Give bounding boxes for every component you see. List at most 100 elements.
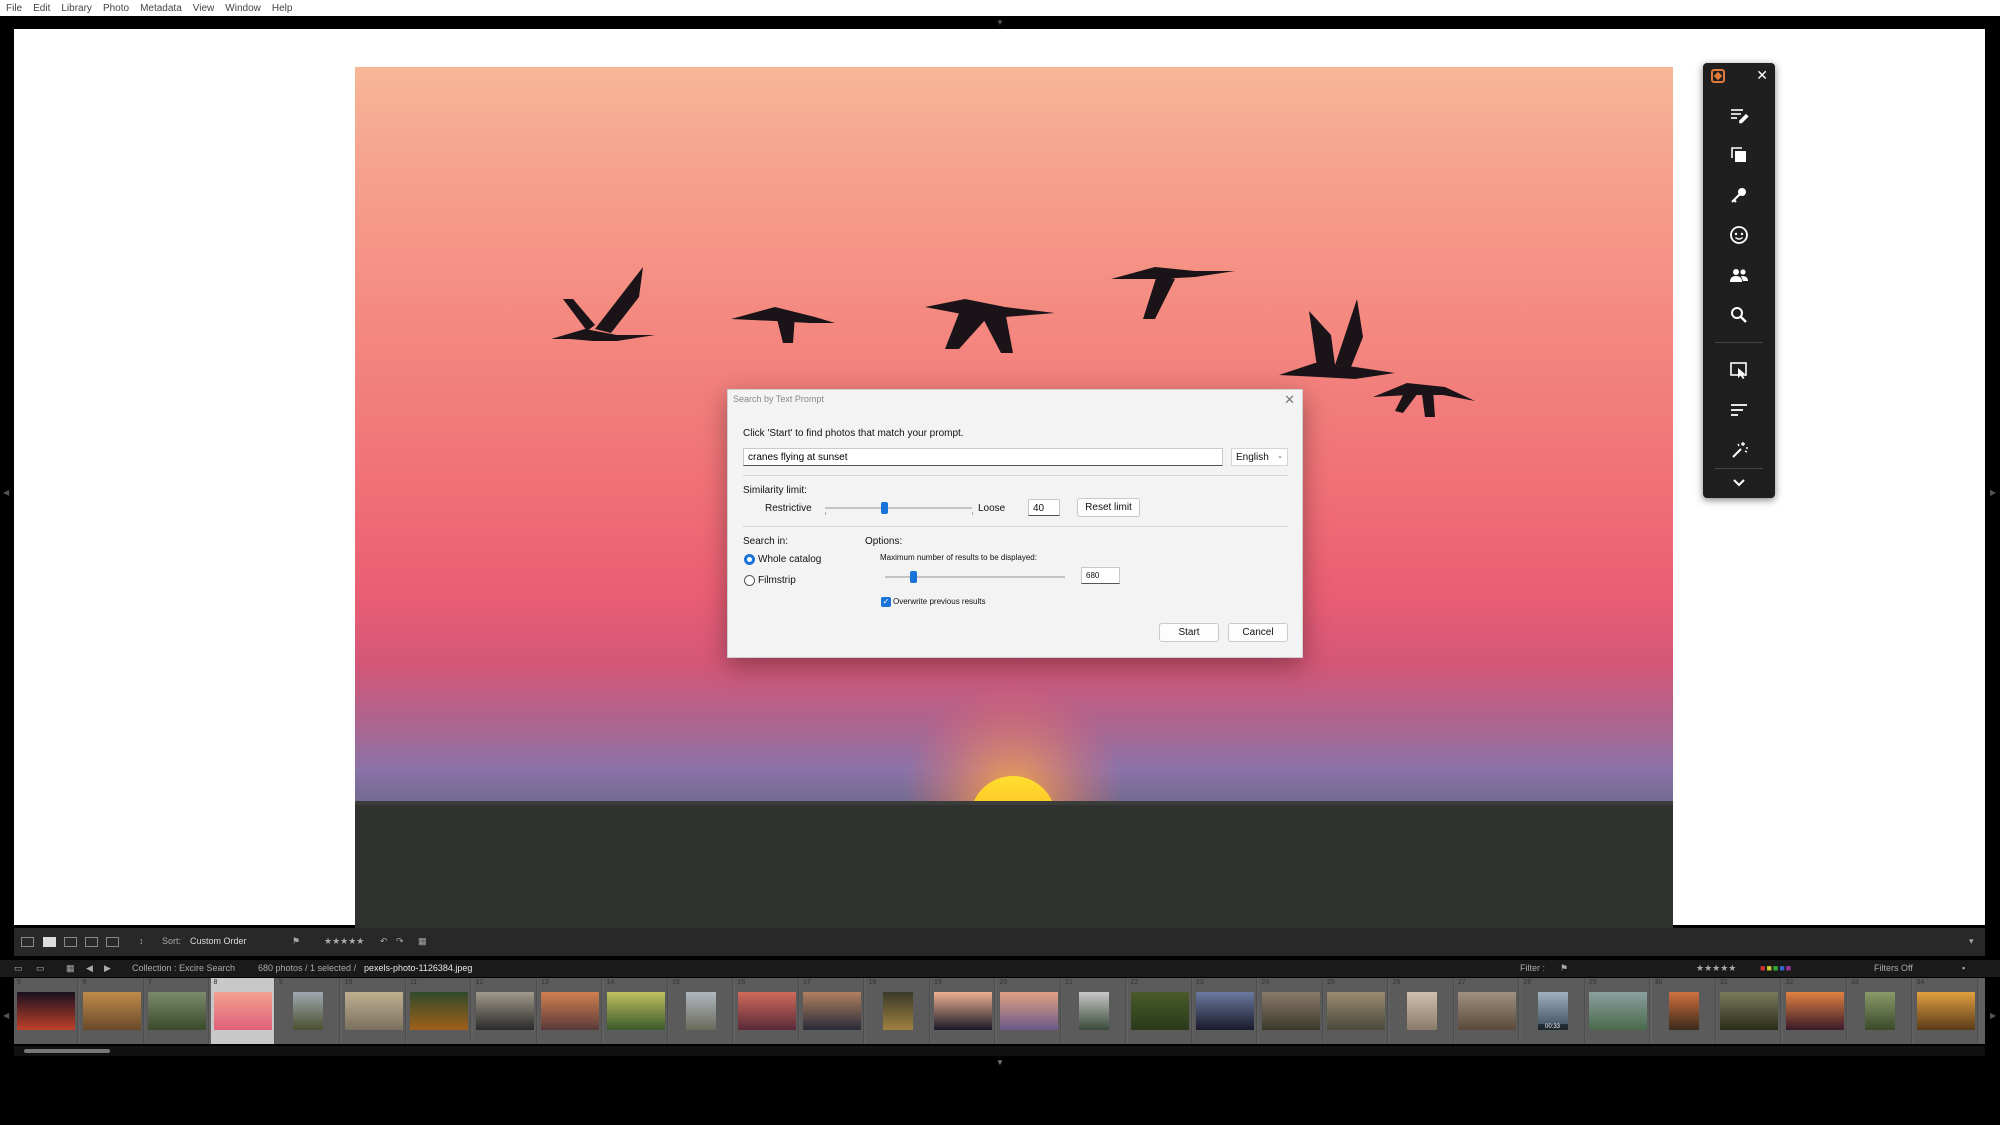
forward-icon[interactable]: ▶ (104, 963, 111, 974)
toolbar-menu-chevron-icon[interactable]: ▾ (1969, 936, 1974, 947)
filmstrip-thumbnail[interactable]: 34 (1913, 978, 1978, 1044)
filmstrip-thumbnail[interactable]: 20 (996, 978, 1061, 1044)
filmstrip-label[interactable]: Filmstrip (758, 575, 796, 586)
filmstrip-thumbnail[interactable]: 15 (669, 978, 733, 1044)
copy-icon[interactable] (1727, 143, 1751, 167)
sort-direction-icon[interactable]: ↕ (139, 936, 144, 946)
rating-stars[interactable]: ★★★★★ (324, 936, 364, 947)
collection-source[interactable]: Collection : Excire Search (132, 963, 235, 973)
image-cursor-icon[interactable] (1727, 358, 1751, 382)
menu-metadata[interactable]: Metadata (140, 3, 182, 14)
similarity-slider[interactable] (825, 507, 972, 509)
filmstrip-thumbnail[interactable]: 11 (407, 978, 471, 1044)
filmstrip-radio[interactable] (744, 575, 755, 586)
people-icon[interactable] (1727, 263, 1751, 287)
menu-window[interactable]: Window (225, 3, 261, 14)
crop-overlay-icon[interactable]: ▦ (418, 936, 427, 947)
menu-photo[interactable]: Photo (103, 3, 129, 14)
filmstrip-thumbnail[interactable]: 17 (800, 978, 864, 1044)
survey-view-icon[interactable] (85, 937, 98, 947)
max-results-slider-thumb[interactable] (910, 571, 917, 583)
grid-view-icon[interactable] (21, 937, 34, 947)
filmstrip-thumbnail[interactable]: 26 (1389, 978, 1454, 1044)
prompt-input[interactable] (743, 448, 1223, 466)
filmstrip-scroll-left-icon[interactable]: ◀ (3, 1011, 9, 1020)
filmstrip-thumbnail[interactable]: 29 (1586, 978, 1650, 1044)
whole-catalog-label[interactable]: Whole catalog (758, 554, 821, 565)
menu-library[interactable]: Library (61, 3, 92, 14)
filmstrip-thumbnail[interactable]: 12 (472, 978, 537, 1044)
face-icon[interactable] (1727, 223, 1751, 247)
grid-icon[interactable]: ▦ (66, 963, 75, 974)
rating-filter[interactable]: ★★★★★ (1696, 963, 1736, 974)
max-results-input[interactable]: 680 (1081, 567, 1120, 584)
filmstrip-thumbnail[interactable]: 18 (865, 978, 930, 1044)
filmstrip-scroll-right-icon[interactable]: ▶ (1990, 1011, 1996, 1020)
filmstrip-thumbnail[interactable]: 13 (538, 978, 602, 1044)
menu-view[interactable]: View (193, 3, 215, 14)
search-icon[interactable] (1727, 303, 1751, 327)
thumbnail-index: 16 (737, 979, 746, 986)
menu-file[interactable]: File (6, 3, 22, 14)
filmstrip-thumbnail[interactable]: 23 (1193, 978, 1257, 1044)
rotate-right-icon[interactable]: ↷ (396, 936, 404, 947)
close-icon[interactable]: ✕ (1756, 67, 1768, 84)
rotate-left-icon[interactable]: ↶ (380, 936, 388, 947)
start-button[interactable]: Start (1159, 623, 1219, 642)
filter-lock-icon[interactable]: ▪ (1962, 963, 1965, 973)
filmstrip-thumbnail[interactable]: 19 (931, 978, 995, 1044)
flag-icon[interactable]: ⚑ (292, 936, 300, 947)
overwrite-checkbox[interactable]: ✓ (881, 597, 891, 607)
compare-view-icon[interactable] (64, 937, 77, 947)
loupe-view-icon[interactable] (43, 937, 56, 947)
edit-lines-icon[interactable] (1727, 103, 1751, 127)
filmstrip-thumbnail[interactable]: 7 (145, 978, 209, 1044)
flag-filter-icon[interactable]: ⚑ (1560, 963, 1568, 974)
right-panel-toggle-icon[interactable]: ▶ (1990, 488, 1996, 497)
cancel-button[interactable]: Cancel (1228, 623, 1288, 642)
sort-order-select[interactable]: Custom Order (190, 936, 247, 946)
tool-panel-separator (1715, 468, 1763, 469)
filmstrip-thumbnail[interactable]: 27 (1455, 978, 1519, 1044)
language-select[interactable]: English ⌄ (1231, 448, 1288, 466)
menu-edit[interactable]: Edit (33, 3, 50, 14)
monitor-icon[interactable]: ▭ (14, 963, 23, 974)
filters-off-select[interactable]: Filters Off (1874, 963, 1913, 973)
filmstrip-thumbnail[interactable]: 25 (1324, 978, 1388, 1044)
key-icon[interactable] (1727, 183, 1751, 207)
filmstrip-thumbnail[interactable]: 32 (1782, 978, 1847, 1044)
filmstrip-thumbnail[interactable]: 22 (1127, 978, 1192, 1044)
sort-lines-icon[interactable] (1727, 398, 1751, 422)
filmstrip-scroll-thumb[interactable] (24, 1049, 110, 1053)
filmstrip-thumbnail[interactable]: 9 (276, 978, 340, 1044)
filmstrip-scrollbar[interactable] (14, 1046, 1985, 1056)
back-icon[interactable]: ◀ (86, 963, 93, 974)
filmstrip-thumbnail[interactable]: 30 (1651, 978, 1716, 1044)
whole-catalog-radio[interactable] (744, 554, 755, 565)
secondary-monitor-icon[interactable]: ▭ (36, 963, 45, 974)
filmstrip-thumbnail[interactable]: 5 (14, 978, 78, 1044)
reset-limit-button[interactable]: Reset limit (1077, 498, 1140, 517)
similarity-slider-thumb[interactable] (880, 502, 888, 514)
people-view-icon[interactable] (106, 937, 119, 947)
filmstrip-thumbnail[interactable]: 28 00:33 (1520, 978, 1585, 1044)
filmstrip-thumbnail[interactable]: 24 (1258, 978, 1323, 1044)
filmstrip-thumbnail[interactable]: 21 (1062, 978, 1126, 1044)
overwrite-label[interactable]: Overwrite previous results (893, 597, 985, 606)
filmstrip-thumbnail[interactable]: 10 (341, 978, 406, 1044)
filmstrip-thumbnail[interactable]: 31 (1717, 978, 1781, 1044)
left-panel-toggle-icon[interactable]: ◀ (3, 488, 9, 497)
magic-wand-icon[interactable] (1727, 438, 1751, 462)
filmstrip-thumbnail[interactable]: 14 (603, 978, 668, 1044)
filmstrip-thumbnail[interactable]: 16 (734, 978, 799, 1044)
color-label-filter[interactable]: ■■■■■ (1760, 963, 1792, 973)
close-icon[interactable]: ✕ (1284, 392, 1295, 408)
chevron-down-icon[interactable] (1727, 470, 1751, 494)
filmstrip-thumbnail[interactable]: 33 (1848, 978, 1912, 1044)
similarity-value-input[interactable]: 40 (1028, 499, 1060, 516)
top-panel-toggle-icon[interactable]: ▼ (996, 18, 1004, 27)
filmstrip-thumbnail[interactable]: 8 (210, 978, 275, 1044)
bottom-panel-toggle-icon[interactable]: ▼ (996, 1058, 1004, 1067)
filmstrip-thumbnail[interactable]: 6 (79, 978, 144, 1044)
menu-help[interactable]: Help (272, 3, 293, 14)
